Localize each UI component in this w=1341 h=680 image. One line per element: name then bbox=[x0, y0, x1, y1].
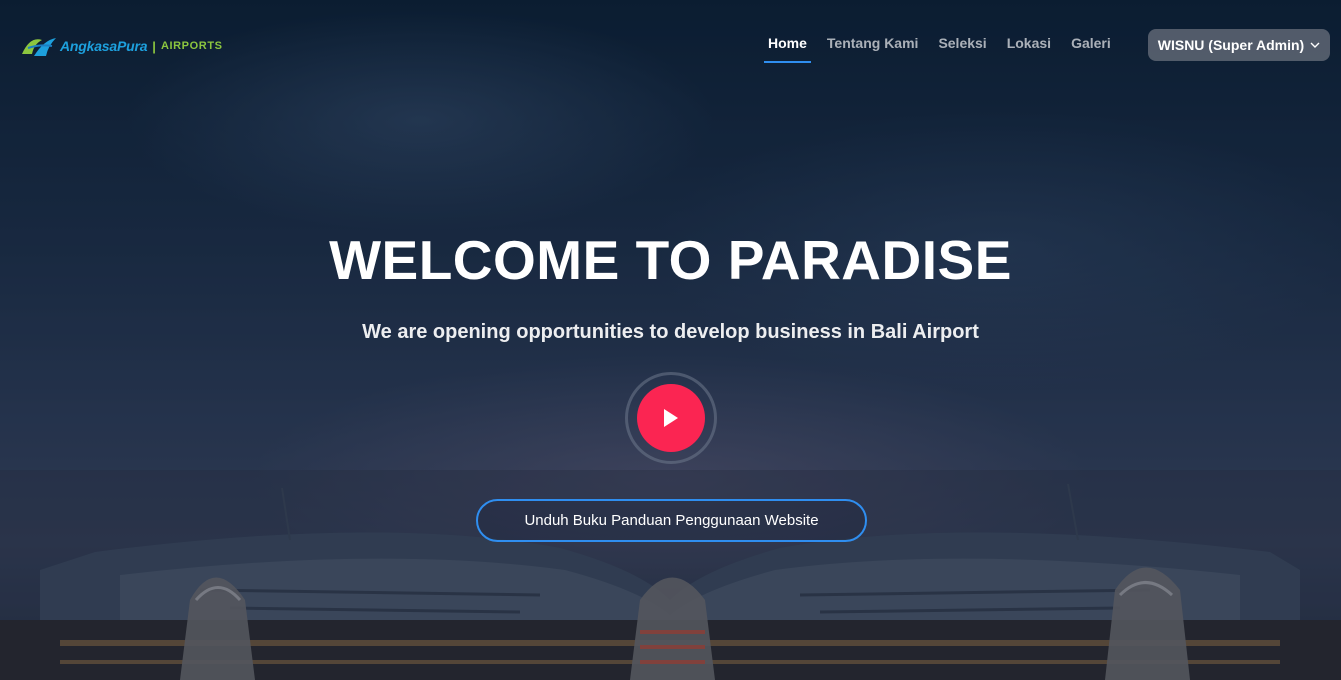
user-menu-button[interactable]: WISNU (Super Admin) bbox=[1148, 29, 1330, 61]
nav-item-tentang-kami[interactable]: Tentang Kami bbox=[827, 35, 919, 63]
nav-item-seleksi[interactable]: Seleksi bbox=[938, 35, 986, 63]
hero-subtitle: We are opening opportunities to develop … bbox=[362, 321, 979, 343]
logo-airports-text: AIRPORTS bbox=[160, 40, 223, 52]
angkasa-pura-logo-icon bbox=[22, 38, 56, 56]
download-guide-button[interactable]: Unduh Buku Panduan Penggunaan Website bbox=[476, 499, 867, 542]
play-icon bbox=[664, 409, 678, 427]
user-menu-label: WISNU (Super Admin) bbox=[1157, 37, 1305, 53]
logo-brand-text: AngkasaPura bbox=[60, 38, 148, 54]
angkasa-pura-logo[interactable]: AngkasaPura | AIRPORTS bbox=[20, 33, 223, 59]
nav-item-lokasi[interactable]: Lokasi bbox=[1007, 35, 1051, 63]
play-video-button[interactable] bbox=[625, 372, 717, 464]
play-button-circle bbox=[637, 384, 705, 452]
nav-item-galeri[interactable]: Galeri bbox=[1071, 35, 1111, 63]
logo-separator: | bbox=[152, 38, 156, 54]
nav-item-home[interactable]: Home bbox=[764, 35, 811, 63]
chevron-down-icon bbox=[1310, 42, 1320, 48]
hero-title: WELCOME TO PARADISE bbox=[329, 229, 1012, 291]
main-nav: Home Tentang Kami Seleksi Lokasi Galeri bbox=[764, 35, 1131, 63]
